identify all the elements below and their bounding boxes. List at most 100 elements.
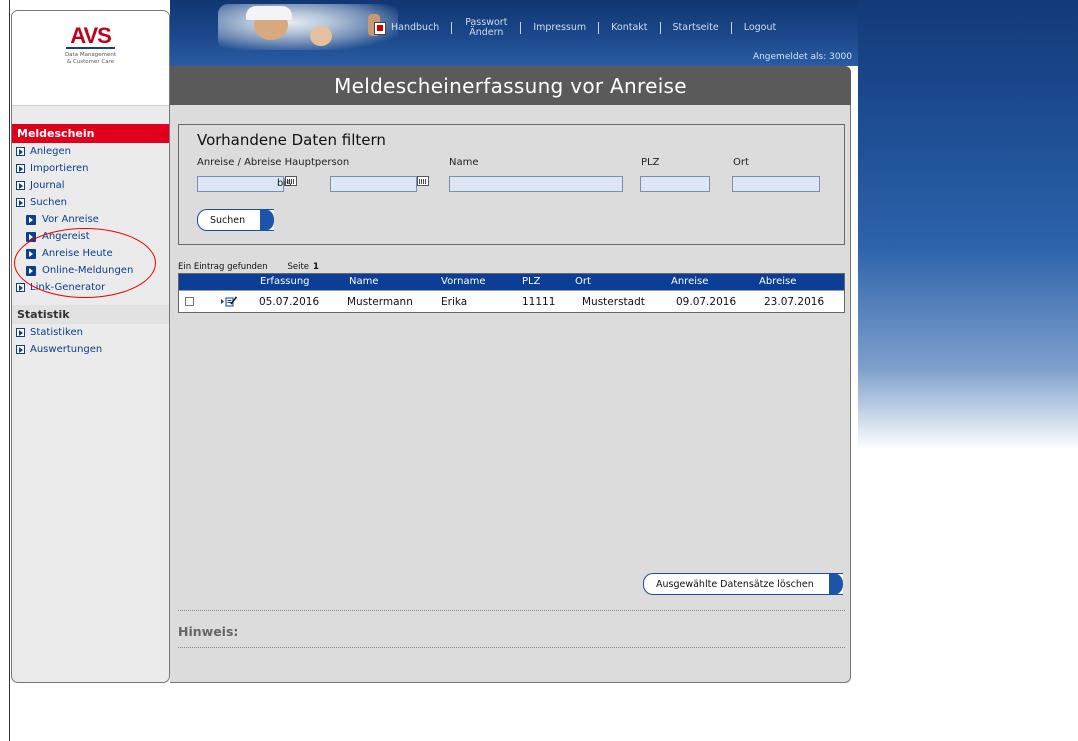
- label-plz: PLZ: [641, 157, 660, 168]
- logo-tagline-2: & Customer Care: [66, 59, 115, 65]
- arrow-right-icon: [16, 181, 25, 190]
- cell-abreise: 23.07.2016: [764, 296, 825, 308]
- column-header[interactable]: PLZ: [522, 274, 540, 290]
- label-bis: bis: [277, 178, 292, 189]
- sidebar-item-statistiken[interactable]: Statistiken: [12, 324, 169, 341]
- header-photo: [218, 4, 398, 50]
- column-header[interactable]: Anreise: [671, 274, 708, 290]
- divider: [178, 647, 845, 648]
- sidebar-item-label: Link-Generator: [30, 282, 106, 293]
- result-info: Ein Eintrag gefunden Seite 1: [178, 262, 319, 272]
- sidebar-item-label: Vor Anreise: [42, 214, 99, 225]
- sidebar-item-link-generator[interactable]: Link-Generator: [12, 279, 169, 296]
- arrow-right-icon: [16, 164, 25, 173]
- label-ort: Ort: [733, 157, 749, 168]
- header-banner: Handbuch Passwort Ändern Impressum Konta…: [170, 0, 858, 66]
- cell-vorname: Erika: [441, 296, 468, 308]
- sidebar-item-label: Online-Meldungen: [42, 265, 134, 276]
- column-header[interactable]: Erfassung: [260, 274, 310, 290]
- arrow-right-icon: [16, 147, 25, 156]
- label-name: Name: [449, 157, 479, 168]
- result-count: Ein Eintrag gefunden: [178, 262, 268, 272]
- cell-name: Mustermann: [347, 296, 413, 308]
- sidebar-item-label: Anlegen: [30, 146, 71, 157]
- search-button[interactable]: Suchen: [197, 209, 274, 231]
- nav-separator: [730, 22, 732, 34]
- sidebar-subitem-vor-anreise[interactable]: Vor Anreise: [12, 211, 169, 228]
- sidebar-item-label: Importieren: [30, 163, 89, 174]
- page-label: Seite: [287, 262, 310, 272]
- sidebar-item-label: Anreise Heute: [42, 248, 113, 259]
- departure-date-input[interactable]: [330, 176, 417, 192]
- nav-passwort-aendern[interactable]: Passwort Ändern: [464, 18, 508, 38]
- cell-anreise: 09.07.2016: [676, 296, 737, 308]
- logged-in-status: Angemeldet als: 3000: [752, 52, 852, 62]
- filter-title: Vorhandene Daten filtern: [197, 131, 386, 149]
- arrow-right-icon: [16, 328, 25, 337]
- sidebar-item-anlegen[interactable]: Anlegen: [12, 143, 169, 160]
- arrow-right-icon: [16, 198, 25, 207]
- arrival-date-input[interactable]: [197, 176, 284, 192]
- page-number: 1: [313, 262, 319, 272]
- nav-logout[interactable]: Logout: [744, 23, 777, 33]
- cell-ort: Musterstadt: [582, 296, 645, 308]
- nav-separator: [520, 22, 522, 34]
- arrow-right-icon: [26, 265, 36, 276]
- sidebar-subitem-angereist[interactable]: Angereist: [12, 228, 169, 245]
- table-header: Erfassung Name Vorname PLZ Ort Anreise A…: [179, 274, 844, 290]
- nav-handbuch[interactable]: Handbuch: [374, 21, 439, 35]
- arrow-right-icon: [16, 283, 25, 292]
- column-header[interactable]: Ort: [575, 274, 591, 290]
- cell-erfassung: 05.07.2016: [259, 296, 320, 308]
- logo-text: AVS: [66, 25, 115, 49]
- results-table: Erfassung Name Vorname PLZ Ort Anreise A…: [178, 273, 845, 313]
- nav-impressum[interactable]: Impressum: [533, 23, 586, 33]
- calendar-icon[interactable]: [417, 176, 429, 186]
- arrow-right-icon: [26, 231, 36, 242]
- nav-separator: [659, 22, 661, 34]
- sidebar-section-meldeschein: Meldeschein: [12, 124, 169, 143]
- sidebar-subitem-anreise-heute[interactable]: Anreise Heute: [12, 245, 169, 262]
- logo: AVS Data Management & Customer Care: [12, 11, 169, 106]
- nav-separator: [598, 22, 600, 34]
- column-header[interactable]: Vorname: [441, 274, 485, 290]
- sidebar-section-statistik: Statistik: [12, 305, 169, 324]
- arrow-right-icon: [26, 214, 36, 225]
- arrow-right-icon: [26, 248, 36, 259]
- plz-input[interactable]: [640, 176, 710, 192]
- filter-panel: Vorhandene Daten filtern Anreise / Abrei…: [178, 124, 845, 245]
- hinweis-label: Hinweis:: [178, 624, 239, 639]
- sidebar-item-journal[interactable]: Journal: [12, 177, 169, 194]
- ort-input[interactable]: [732, 176, 820, 192]
- sidebar-item-auswertungen[interactable]: Auswertungen: [12, 341, 169, 358]
- arrow-right-icon: [16, 345, 25, 354]
- column-header[interactable]: Name: [349, 274, 379, 290]
- nav-kontakt[interactable]: Kontakt: [611, 23, 647, 33]
- sidebar-item-importieren[interactable]: Importieren: [12, 160, 169, 177]
- logo-tagline-1: Data Management: [64, 52, 117, 58]
- edit-icon[interactable]: [221, 296, 237, 307]
- page-border: [9, 0, 10, 741]
- column-header[interactable]: Abreise: [759, 274, 796, 290]
- nav-separator: [451, 22, 453, 34]
- name-input[interactable]: [449, 176, 623, 192]
- background-gradient: [858, 0, 1078, 450]
- sidebar-item-suchen[interactable]: Suchen: [12, 194, 169, 211]
- nav-startseite[interactable]: Startseite: [673, 23, 719, 33]
- sidebar: AVS Data Management & Customer Care Meld…: [11, 10, 170, 683]
- row-checkbox[interactable]: [185, 297, 194, 306]
- delete-selected-button[interactable]: Ausgewählte Datensätze löschen: [643, 573, 843, 595]
- sidebar-item-label: Statistiken: [30, 327, 83, 338]
- top-navigation: Handbuch Passwort Ändern Impressum Konta…: [374, 13, 776, 43]
- table-row[interactable]: 05.07.2016 Mustermann Erika 11111 Muster…: [179, 290, 844, 312]
- cell-plz: 11111: [522, 296, 556, 308]
- pdf-icon: [374, 21, 386, 35]
- label-dates: Anreise / Abreise Hauptperson: [197, 157, 350, 168]
- divider: [178, 610, 845, 611]
- sidebar-item-label: Auswertungen: [30, 344, 103, 355]
- sidebar-item-label: Suchen: [30, 197, 68, 208]
- sidebar-item-label: Angereist: [42, 231, 90, 242]
- sidebar-item-label: Journal: [30, 180, 65, 191]
- sidebar-subitem-online-meldungen[interactable]: Online-Meldungen: [12, 262, 169, 279]
- page-title: Meldescheinerfassung vor Anreise: [170, 66, 851, 105]
